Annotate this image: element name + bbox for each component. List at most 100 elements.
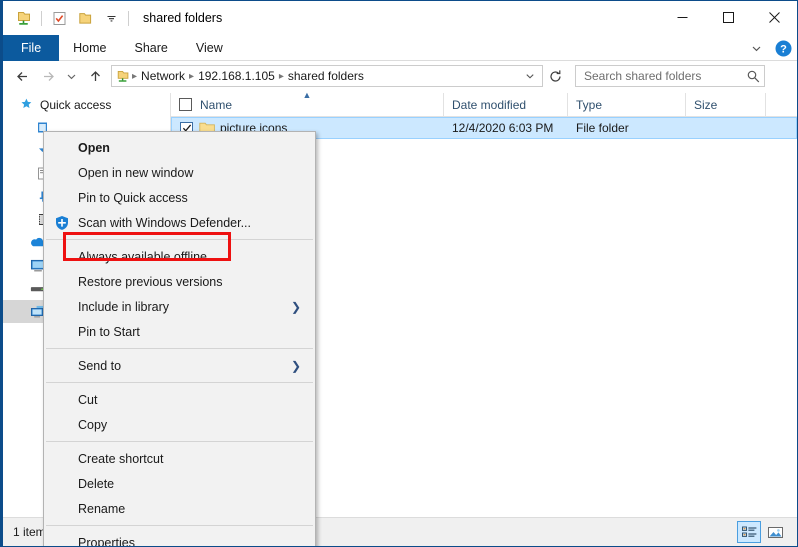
address-bar[interactable]: ▸ Network ▸ 192.168.1.105 ▸ shared folde… <box>111 65 543 87</box>
search-placeholder: Search shared folders <box>584 69 746 83</box>
context-menu-item-pin-to-start-label: Pin to Start <box>54 325 140 339</box>
context-menu-item-open-label: Open <box>54 141 110 155</box>
context-menu-item-open[interactable]: Open <box>44 135 315 160</box>
chevron-down-icon[interactable] <box>745 37 767 59</box>
network-folder-icon-breadcrumb <box>116 69 131 84</box>
context-menu-separator-1 <box>46 239 313 240</box>
context-menu-item-rename-label: Rename <box>54 502 125 516</box>
column-header-type[interactable]: Type <box>567 93 685 117</box>
svg-text:?: ? <box>780 43 787 55</box>
details-view-button[interactable] <box>737 521 761 543</box>
context-menu-item-copy[interactable]: Copy <box>44 412 315 437</box>
context-menu-item-open-in-new-window-label: Open in new window <box>54 166 193 180</box>
context-menu-item-scan-with-defender[interactable]: Scan with Windows Defender... <box>44 210 315 235</box>
help-icon[interactable]: ? <box>773 38 793 58</box>
toolbar-separator-2 <box>128 11 129 26</box>
context-menu-item-pin-to-quick-access-label: Pin to Quick access <box>54 191 188 205</box>
forward-button[interactable] <box>35 64 59 88</box>
context-menu-item-create-shortcut-label: Create shortcut <box>54 452 163 466</box>
customize-chevron-icon[interactable] <box>98 5 124 31</box>
context-menu-item-rename[interactable]: Rename <box>44 496 315 521</box>
title-bar: shared folders <box>3 1 797 35</box>
maximize-button[interactable] <box>705 1 751 33</box>
toolbar-separator <box>41 11 42 26</box>
ribbon-tab-bar: File Home Share View ? <box>3 35 797 61</box>
column-header-name[interactable]: ▲ Name <box>171 93 443 117</box>
context-menu-item-open-in-new-window[interactable]: Open in new window <box>44 160 315 185</box>
column-header-type-label: Type <box>576 98 602 112</box>
back-button[interactable] <box>11 64 35 88</box>
file-type-cell: File folder <box>568 121 686 135</box>
chevron-right-icon-2: ❯ <box>291 359 301 373</box>
column-header-name-label: Name <box>200 98 232 112</box>
search-icon[interactable] <box>746 69 760 83</box>
context-menu-separator-5 <box>46 525 313 526</box>
breadcrumb-shared-folders[interactable]: shared folders <box>285 69 367 83</box>
context-menu-separator-4 <box>46 441 313 442</box>
context-menu-item-send-to[interactable]: Send to ❯ <box>44 353 315 378</box>
context-menu-item-create-shortcut[interactable]: Create shortcut <box>44 446 315 471</box>
context-menu-item-delete-label: Delete <box>54 477 114 491</box>
column-header-row: ▲ Name Date modified Type Size <box>171 93 797 117</box>
ribbon-right-controls: ? <box>745 35 793 61</box>
breadcrumb-separator-2[interactable]: ▸ <box>278 71 285 82</box>
breadcrumb-host[interactable]: 192.168.1.105 <box>195 69 278 83</box>
defender-shield-icon <box>54 215 76 231</box>
tab-view[interactable]: View <box>182 35 237 61</box>
context-menu-item-include-in-library[interactable]: Include in library ❯ <box>44 294 315 319</box>
breadcrumb-separator-1[interactable]: ▸ <box>188 71 195 82</box>
properties-icon[interactable] <box>46 5 72 31</box>
context-menu-separator-3 <box>46 382 313 383</box>
view-toggle-group <box>737 521 797 543</box>
context-menu-separator-2 <box>46 348 313 349</box>
network-folder-icon[interactable] <box>11 5 37 31</box>
close-button[interactable] <box>751 1 797 33</box>
context-menu-item-properties[interactable]: Properties <box>44 530 315 547</box>
context-menu-item-properties-label: Properties <box>54 536 135 547</box>
address-bar-row: ▸ Network ▸ 192.168.1.105 ▸ shared folde… <box>3 62 797 90</box>
context-menu-item-restore-previous-versions-label: Restore previous versions <box>54 275 223 289</box>
breadcrumb-network[interactable]: Network <box>138 69 188 83</box>
chevron-right-icon: ❯ <box>291 300 301 314</box>
context-menu-item-restore-previous-versions[interactable]: Restore previous versions <box>44 269 315 294</box>
context-menu-item-pin-to-start[interactable]: Pin to Start <box>44 319 315 344</box>
tab-share[interactable]: Share <box>121 35 182 61</box>
column-header-date-modified[interactable]: Date modified <box>443 93 567 117</box>
context-menu: Open Open in new window Pin to Quick acc… <box>43 131 316 547</box>
context-menu-item-cut-label: Cut <box>54 393 97 407</box>
minimize-button[interactable] <box>659 1 705 33</box>
context-menu-item-scan-with-defender-label: Scan with Windows Defender... <box>76 216 251 230</box>
context-menu-item-delete[interactable]: Delete <box>44 471 315 496</box>
refresh-icon[interactable] <box>543 64 567 88</box>
context-menu-item-always-available-offline[interactable]: Always available offline <box>44 244 315 269</box>
sort-ascending-icon: ▲ <box>303 90 312 100</box>
column-header-spacer <box>765 93 797 117</box>
star-pin-icon <box>17 97 35 113</box>
context-menu-item-include-in-library-label: Include in library <box>54 300 169 314</box>
sidebar-item-quick-access-label: Quick access <box>40 98 111 112</box>
tab-home[interactable]: Home <box>59 35 120 61</box>
search-input[interactable]: Search shared folders <box>575 65 765 87</box>
context-menu-item-always-available-offline-label: Always available offline <box>54 250 207 264</box>
tab-file[interactable]: File <box>3 35 59 61</box>
up-button[interactable] <box>83 64 107 88</box>
recent-locations-button[interactable] <box>59 64 83 88</box>
context-menu-item-pin-to-quick-access[interactable]: Pin to Quick access <box>44 185 315 210</box>
window-controls <box>659 1 797 33</box>
file-explorer-window: shared folders File Home Share View <box>0 0 798 547</box>
breadcrumb-separator-0: ▸ <box>131 71 138 82</box>
context-menu-item-cut[interactable]: Cut <box>44 387 315 412</box>
address-bar-controls <box>520 70 540 82</box>
sidebar-item-quick-access[interactable]: Quick access <box>3 93 170 116</box>
new-folder-icon[interactable] <box>72 5 98 31</box>
address-dropdown-icon[interactable] <box>520 70 540 82</box>
window-title: shared folders <box>143 11 222 25</box>
column-header-size-label: Size <box>694 98 717 112</box>
select-all-checkbox[interactable] <box>179 98 192 111</box>
quick-access-toolbar <box>3 5 133 31</box>
context-menu-item-send-to-label: Send to <box>54 359 121 373</box>
file-date-cell: 12/4/2020 6:03 PM <box>444 121 568 135</box>
large-icons-view-button[interactable] <box>763 521 787 543</box>
column-header-size[interactable]: Size <box>685 93 765 117</box>
context-menu-item-copy-label: Copy <box>54 418 107 432</box>
